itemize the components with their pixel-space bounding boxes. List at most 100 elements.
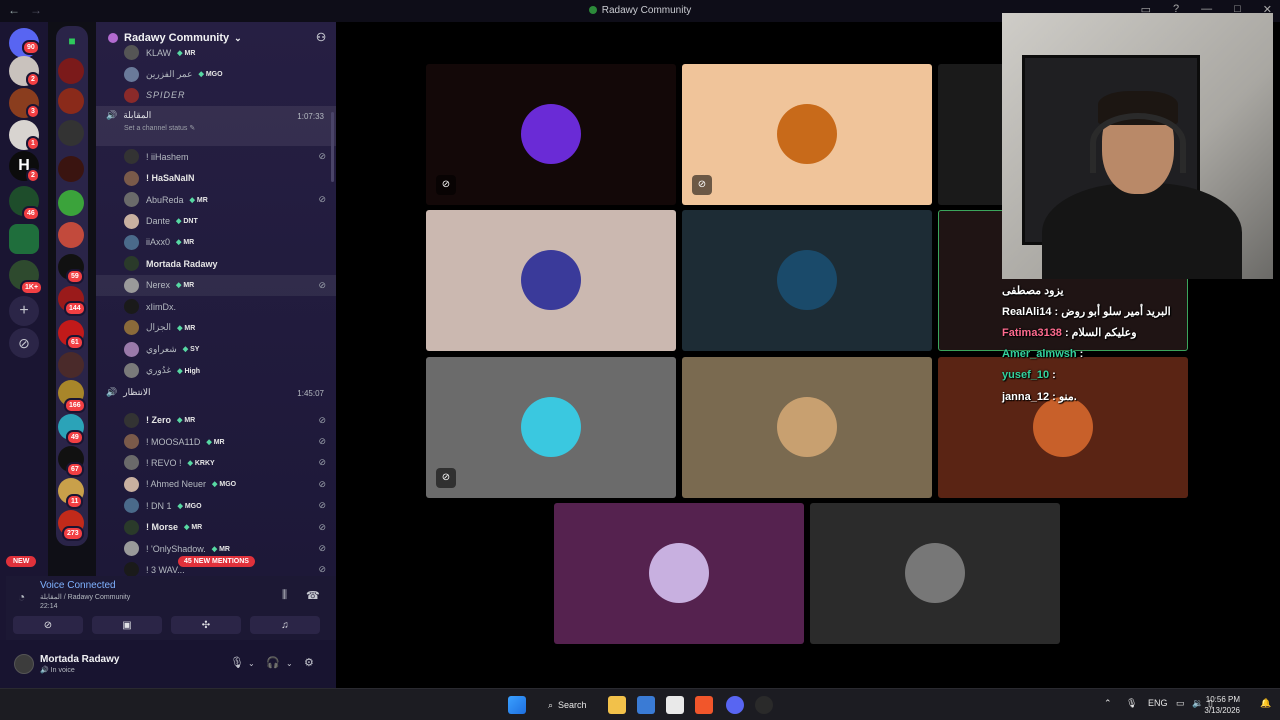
server-icon[interactable] <box>58 120 84 146</box>
avatar <box>124 519 139 535</box>
voice-user[interactable]: شعراويSY <box>96 339 336 360</box>
voice-user[interactable]: SPIDER <box>96 85 336 106</box>
muted-icon: ⊘ <box>436 175 456 195</box>
voice-user[interactable]: Mortada Radawy <box>96 253 336 274</box>
participant-tile[interactable]: ⊘ <box>682 64 932 205</box>
voice-user[interactable]: ! Ahmed NeuerMGO⊘ <box>96 474 336 495</box>
windows-start-icon[interactable] <box>508 696 526 714</box>
server-icon[interactable] <box>58 190 84 216</box>
avatar <box>124 341 139 357</box>
network-icon[interactable]: ▭ <box>1176 698 1185 709</box>
participant-tile[interactable] <box>426 210 676 351</box>
voice-user[interactable]: DanteDNT <box>96 210 336 231</box>
camera-off-button[interactable]: ⊘ <box>13 616 83 634</box>
disconnect-icon[interactable]: ☎ <box>306 589 320 602</box>
voice-user[interactable]: ! MOOSA11DMR⊘ <box>96 431 336 452</box>
brave-browser-icon[interactable] <box>695 696 713 714</box>
folder-icon[interactable]: ■ <box>57 26 87 56</box>
notification-icon[interactable]: 🔔 <box>1260 698 1271 709</box>
taskbar-clock[interactable]: 10:56 PM 3/13/2026 <box>1204 694 1240 716</box>
voice-user[interactable]: KLAW MR <box>96 42 336 63</box>
chevron-down-icon[interactable]: ⌄ <box>286 659 293 668</box>
voice-user[interactable]: ! HaSaNaIN <box>96 168 336 189</box>
folder-icon[interactable] <box>9 224 39 254</box>
server-icon <box>588 6 597 14</box>
volume-icon[interactable]: 🔉 <box>1192 698 1203 709</box>
role-tag: MR <box>176 238 194 246</box>
muted-icon: ⊘ <box>318 564 326 575</box>
headphones-icon[interactable]: 🎧 <box>266 656 280 669</box>
soundboard-button[interactable]: ♫ <box>250 616 320 634</box>
obs-icon[interactable] <box>755 696 773 714</box>
participant-tile[interactable] <box>554 503 804 644</box>
voice-user[interactable]: غدُوريHigh <box>96 360 336 381</box>
file-explorer-icon[interactable] <box>608 696 626 714</box>
add-server-icon[interactable]: + <box>9 296 39 326</box>
participant-tile[interactable] <box>682 357 932 498</box>
language-indicator[interactable]: ENG <box>1148 698 1168 708</box>
server-icon[interactable] <box>58 58 84 84</box>
chevron-up-icon[interactable]: ⌃ <box>1104 698 1112 709</box>
user-status: 🔊 In voice <box>40 667 75 674</box>
voice-timer: 22:14 <box>40 603 58 610</box>
activities-button[interactable]: ✣ <box>171 616 241 634</box>
channel-sidebar: Radawy Community ⌄ ⚇ KLAW MR عمر الفزرين… <box>96 22 336 576</box>
discover-icon[interactable]: ⊘ <box>9 328 39 358</box>
role-tag: MR <box>177 416 195 424</box>
server-icon[interactable] <box>58 352 84 378</box>
chat-message: janna_12: منو. <box>1002 386 1192 407</box>
username[interactable]: Mortada Radawy <box>40 654 119 665</box>
chat-text: يزود مصطفى <box>1002 285 1064 298</box>
gear-icon[interactable]: ⚙ <box>304 656 314 669</box>
voice-user[interactable]: ! MorseMR⊘ <box>96 516 336 537</box>
avatar <box>777 397 837 457</box>
avatar <box>124 476 139 492</box>
new-mentions-pill[interactable]: 45 NEW MENTIONS <box>178 556 255 567</box>
noise-suppression-icon[interactable]: ⫼ <box>282 589 287 602</box>
participant-tile[interactable] <box>810 503 1060 644</box>
voice-user[interactable]: xIimDx. <box>96 296 336 317</box>
voice-channel-interview[interactable]: 🔊 المقابلة 1:07:33 Set a channel status ✎ <box>96 106 336 147</box>
avatar <box>124 363 139 379</box>
discord-taskbar-icon[interactable] <box>726 696 744 714</box>
chat-text: : منو. <box>1052 391 1077 404</box>
chevron-down-icon[interactable]: ⌄ <box>248 659 255 668</box>
badge: 11 <box>66 494 84 509</box>
server-icon[interactable] <box>58 88 84 114</box>
scrollbar[interactable] <box>331 112 334 182</box>
voice-user[interactable]: AbuRedaMR⊘ <box>96 189 336 210</box>
streamer-webcam <box>1002 13 1273 279</box>
new-badge[interactable]: NEW <box>6 556 37 567</box>
notepad-icon[interactable] <box>666 696 684 714</box>
voice-channel-waiting[interactable]: 🔊 الانتظار 1:45:07 <box>96 383 336 409</box>
voice-user[interactable]: ! REVO !KRKY⊘ <box>96 452 336 473</box>
microphone-icon[interactable]: 🎙 <box>1126 698 1137 709</box>
voice-channel-path[interactable]: المقابلة / Radawy Community <box>40 593 130 601</box>
voice-user[interactable]: iiAxx0MR <box>96 232 336 253</box>
avatar <box>777 250 837 310</box>
voice-user[interactable]: ! iiHashem ⊘ <box>96 146 336 167</box>
participant-tile[interactable]: ⊘ <box>426 64 676 205</box>
channel-status[interactable]: Set a channel status ✎ <box>106 124 336 132</box>
muted-icon: ⊘ <box>436 468 456 488</box>
avatar <box>124 498 139 514</box>
avatar[interactable] <box>14 654 34 674</box>
server-icon[interactable] <box>58 156 84 182</box>
taskbar-search[interactable]: ⌕ Search <box>538 695 594 715</box>
participant-tile[interactable]: ⊘ <box>426 357 676 498</box>
participant-tile[interactable] <box>682 210 932 351</box>
avatar <box>124 87 139 103</box>
avatar <box>124 299 139 315</box>
voice-user[interactable]: عمر الفزرين MGO <box>96 63 336 84</box>
voice-user[interactable]: ! DN 1MGO⊘ <box>96 495 336 516</box>
store-icon[interactable] <box>637 696 655 714</box>
avatar <box>124 541 139 556</box>
voice-user[interactable]: الجزالMR <box>96 317 336 338</box>
voice-user[interactable]: NerexMR⊘ <box>96 274 336 296</box>
avatar <box>777 104 837 164</box>
avatar <box>521 250 581 310</box>
voice-user[interactable]: ! ZeroMR⊘ <box>96 409 336 430</box>
server-icon[interactable] <box>58 222 84 248</box>
screen-share-button[interactable]: ▣ <box>92 616 162 634</box>
microphone-icon[interactable]: 🎙 <box>230 656 244 669</box>
